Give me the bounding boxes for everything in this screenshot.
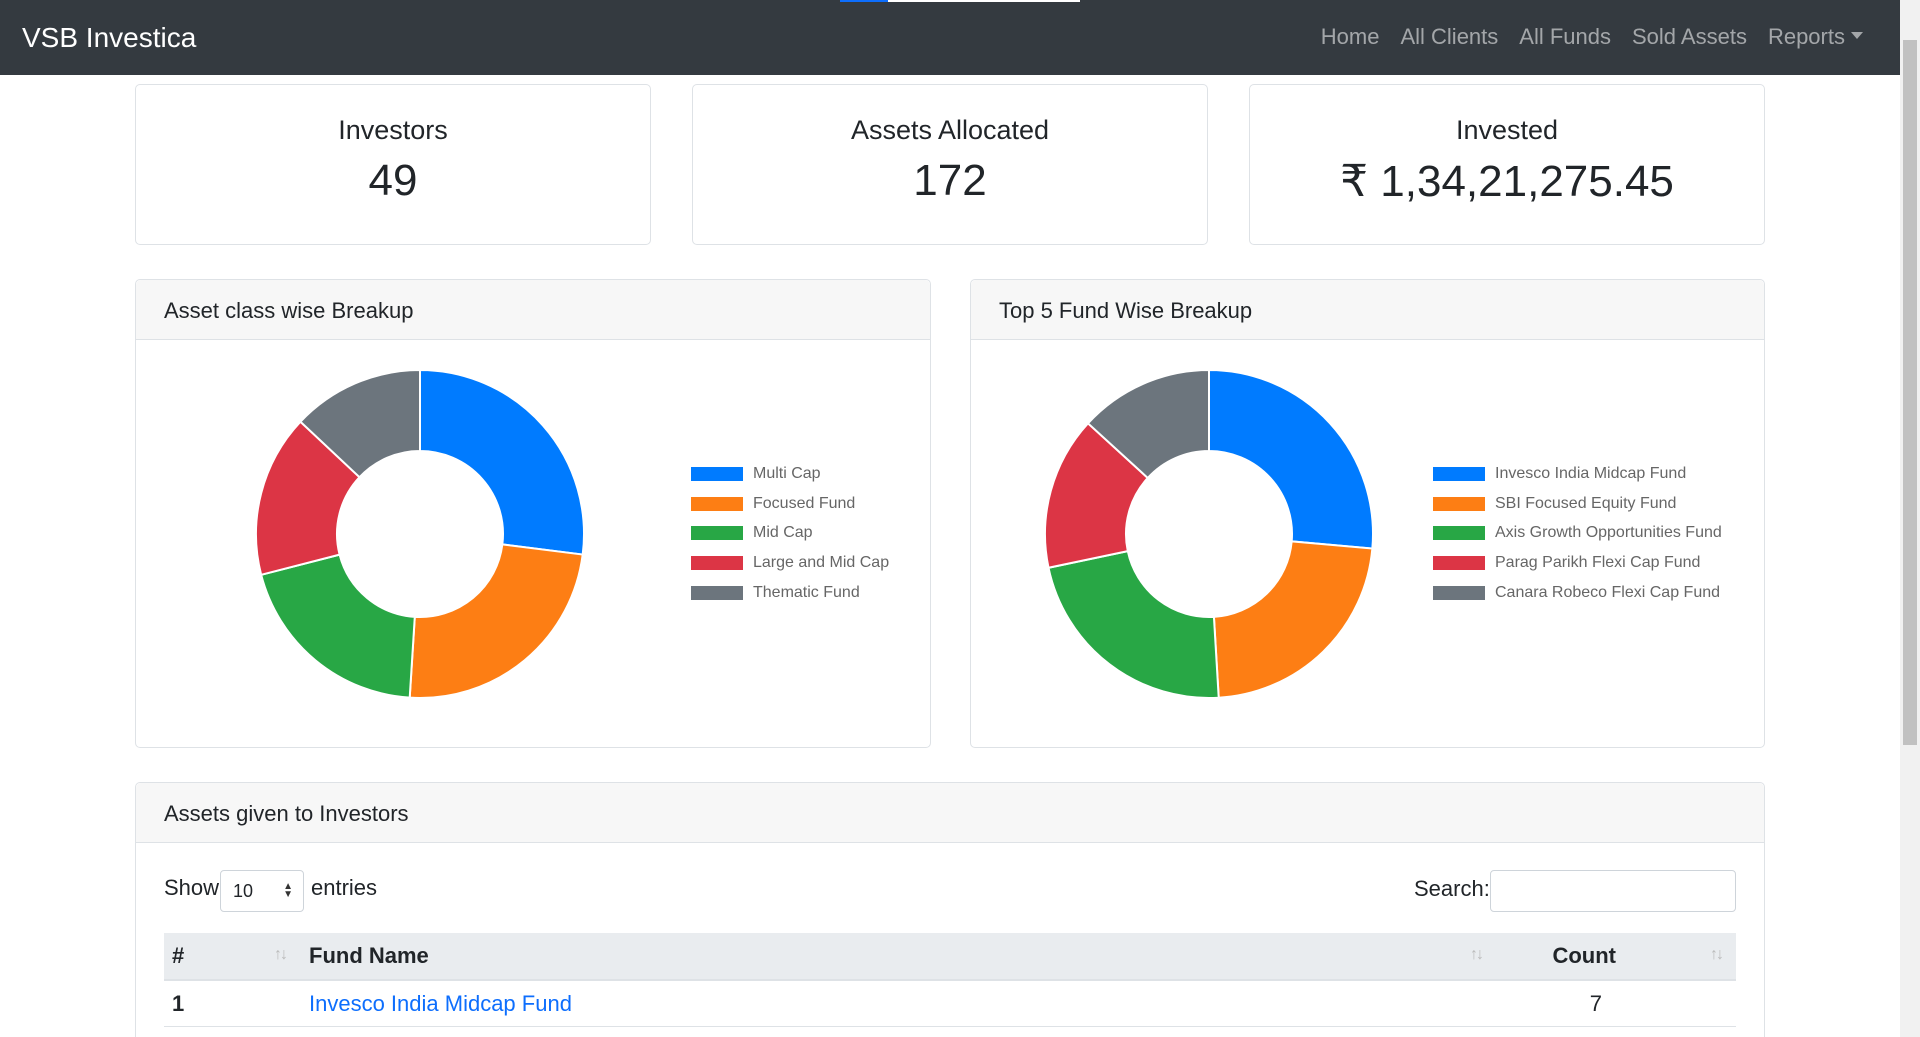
legend-swatch xyxy=(691,496,743,511)
legend-item[interactable]: Focused Fund xyxy=(691,489,889,519)
legend-item[interactable]: Canara Robeco Flexi Cap Fund xyxy=(1433,578,1722,608)
stat-value: 49 xyxy=(368,156,418,205)
header-count[interactable]: Count ↑↓ xyxy=(1492,943,1736,969)
legend-swatch xyxy=(1433,496,1485,511)
donut-slice-mid-cap[interactable] xyxy=(259,553,416,699)
legend-item[interactable]: Axis Growth Opportunities Fund xyxy=(1433,518,1722,548)
header-num-label: # xyxy=(172,943,185,968)
search-label: Search: xyxy=(1414,876,1490,901)
asset-class-legend: Multi Cap Focused Fund Mid Cap Large and Mi… xyxy=(691,459,889,607)
top-fund-card: Top 5 Fund Wise Breakup Invesco India Mi… xyxy=(970,279,1765,748)
stat-title: Invested xyxy=(1455,115,1559,145)
donut-slice-multi-cap[interactable] xyxy=(419,368,585,556)
table-header-row: # ↑↓ Fund Name ↑↓ Count ↑↓ xyxy=(164,933,1736,981)
stat-value: 172 xyxy=(913,156,987,205)
legend-item[interactable]: Large and Mid Cap xyxy=(691,548,889,578)
stat-card-invested: Invested ₹ 1,34,21,275.45 xyxy=(1249,84,1765,245)
asset-class-chart: Multi Cap Focused Fund Mid Cap Large and Mi… xyxy=(136,340,930,748)
nav-links: Home All Clients All Funds Sold Assets R… xyxy=(1300,24,1863,50)
entries-label: entries xyxy=(311,875,378,900)
legend-label: Canara Robeco Flexi Cap Fund xyxy=(1495,583,1721,601)
legend-item[interactable]: Mid Cap xyxy=(691,518,889,548)
row-fund-name: Invesco India Midcap Fund xyxy=(309,991,1492,1017)
header-num[interactable]: # ↑↓ xyxy=(164,943,309,969)
legend-swatch xyxy=(691,555,743,570)
brand-logo[interactable]: VSB Investica xyxy=(22,22,196,54)
top-navbar: VSB Investica Home All Clients All Funds… xyxy=(0,0,1900,75)
legend-swatch xyxy=(1433,466,1485,481)
donut-slice-invesco-india-midcap-fund[interactable] xyxy=(1208,368,1374,550)
donut-slice-focused-fund[interactable] xyxy=(408,543,584,699)
legend-swatch xyxy=(691,585,743,600)
search-input[interactable] xyxy=(1490,870,1736,912)
legend-item[interactable]: SBI Focused Equity Fund xyxy=(1433,489,1722,519)
page-scrollbar[interactable] xyxy=(1900,0,1920,1037)
legend-label: Axis Growth Opportunities Fund xyxy=(1495,524,1722,542)
row-count-value: 7 xyxy=(1589,990,1602,1016)
stat-card-investors: Investors 49 xyxy=(135,84,651,245)
legend-swatch xyxy=(1433,555,1485,570)
legend-swatch xyxy=(691,466,743,481)
scrollbar-thumb[interactable] xyxy=(1903,40,1917,745)
header-fund-name-label: Fund Name xyxy=(309,943,429,968)
card-title: Assets given to Investors xyxy=(136,783,1764,843)
header-fund-name[interactable]: Fund Name ↑↓ xyxy=(309,943,1492,969)
nav-home[interactable]: Home xyxy=(1321,24,1380,50)
legend-item[interactable]: Multi Cap xyxy=(691,459,889,489)
stat-card-assets-allocated: Assets Allocated 172 xyxy=(692,84,1208,245)
donut-slice-sbi-focused-equity-fund[interactable] xyxy=(1212,540,1374,699)
legend-swatch xyxy=(691,526,743,541)
legend-item[interactable]: Invesco India Midcap Fund xyxy=(1433,459,1722,489)
assets-table-card: Assets given to Investors Show 10 ▲ ▼ ent… xyxy=(135,782,1765,1037)
nav-all-funds[interactable]: All Funds xyxy=(1519,24,1611,50)
fund-link[interactable]: Invesco India Midcap Fund xyxy=(309,991,572,1016)
stat-title: Assets Allocated xyxy=(850,115,1050,145)
nav-reports-label: Reports xyxy=(1767,24,1845,49)
nav-sold-assets[interactable]: Sold Assets xyxy=(1632,24,1747,50)
top-fund-legend: Invesco India Midcap Fund SBI Focused Equ… xyxy=(1433,459,1722,607)
caret-down-icon xyxy=(1851,31,1863,39)
donut-slice-axis-growth-opportunities-fund[interactable] xyxy=(1047,549,1220,699)
legend-label: Parag Parikh Flexi Cap Fund xyxy=(1495,553,1701,571)
legend-label: SBI Focused Equity Fund xyxy=(1495,494,1677,512)
legend-item[interactable]: Thematic Fund xyxy=(691,578,889,608)
header-count-label: Count xyxy=(1552,943,1616,968)
nav-reports-dropdown[interactable]: Reports xyxy=(1768,24,1863,50)
card-title: Asset class wise Breakup xyxy=(136,280,930,340)
legend-label: Focused Fund xyxy=(753,494,856,512)
entries-select[interactable]: 10 ▲ ▼ xyxy=(220,870,304,912)
table-row: 1 Invesco India Midcap Fund 7 xyxy=(164,981,1736,1027)
legend-swatch xyxy=(1433,526,1485,541)
table-controls: Show 10 ▲ ▼ entries Search: xyxy=(136,843,1764,933)
asset-class-donut xyxy=(255,368,585,699)
legend-label: Thematic Fund xyxy=(753,583,860,601)
asset-class-card: Asset class wise Breakup Multi Cap Focuse… xyxy=(135,279,931,748)
sort-icon: ↑↓ xyxy=(1470,946,1484,963)
assets-table: # ↑↓ Fund Name ↑↓ Count ↑↓ 1 Invesco India … xyxy=(164,933,1736,1027)
loading-progress-bar xyxy=(840,0,1080,2)
row-num: 1 xyxy=(172,990,185,1016)
legend-label: Invesco India Midcap Fund xyxy=(1495,464,1687,482)
nav-all-clients[interactable]: All Clients xyxy=(1400,24,1498,50)
entries-select-value: 10 xyxy=(233,881,254,901)
card-title: Top 5 Fund Wise Breakup xyxy=(971,280,1764,340)
legend-item[interactable]: Parag Parikh Flexi Cap Fund xyxy=(1433,548,1722,578)
top-fund-donut xyxy=(1044,368,1374,699)
stat-title: Investors xyxy=(338,115,448,145)
stat-value: ₹ 1,34,21,275.45 xyxy=(1340,157,1674,206)
show-label: Show xyxy=(164,875,220,900)
sort-icon: ↑↓ xyxy=(1710,946,1724,963)
sort-icon: ↑↓ xyxy=(274,946,288,963)
legend-label: Mid Cap xyxy=(753,524,813,542)
row-count: 7 xyxy=(1492,991,1736,1017)
legend-label: Large and Mid Cap xyxy=(753,553,890,571)
top-fund-chart: Invesco India Midcap Fund SBI Focused Equ… xyxy=(971,340,1764,748)
legend-label: Multi Cap xyxy=(753,464,821,482)
select-arrows-icon: ▲ ▼ xyxy=(283,881,293,900)
legend-swatch xyxy=(1433,585,1485,600)
